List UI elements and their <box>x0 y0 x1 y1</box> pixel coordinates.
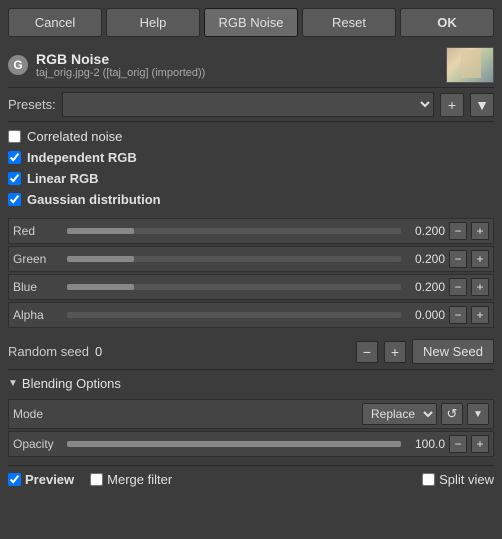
sliders-section: Red 0.200 − + Green 0.200 − + Blue 0.200… <box>0 214 502 334</box>
seed-plus-button[interactable]: + <box>384 341 406 363</box>
blue-minus-button[interactable]: − <box>449 278 467 296</box>
plugin-icon: G <box>8 55 28 75</box>
green-slider-row: Green 0.200 − + <box>8 246 494 272</box>
mode-reset-button[interactable]: ↺ <box>441 403 463 425</box>
red-slider-row: Red 0.200 − + <box>8 218 494 244</box>
red-value: 0.200 <box>405 224 445 238</box>
gaussian-row: Gaussian distribution <box>8 189 494 210</box>
independent-rgb-label[interactable]: Independent RGB <box>27 150 137 165</box>
cancel-button[interactable]: Cancel <box>8 8 102 37</box>
alpha-label: Alpha <box>13 308 63 322</box>
red-slider-track[interactable] <box>67 228 401 234</box>
presets-label: Presets: <box>8 97 56 112</box>
help-button[interactable]: Help <box>106 8 200 37</box>
mode-row: Mode Replace ↺ ▼ <box>8 399 494 429</box>
merge-check[interactable]: Merge filter <box>90 472 172 487</box>
seed-label: Random seed <box>8 344 89 359</box>
blue-value: 0.200 <box>405 280 445 294</box>
opacity-plus-button[interactable]: + <box>471 435 489 453</box>
mode-label: Mode <box>13 407 358 421</box>
merge-label[interactable]: Merge filter <box>107 472 172 487</box>
merge-checkbox[interactable] <box>90 473 103 486</box>
split-label[interactable]: Split view <box>439 472 494 487</box>
blending-arrow-icon: ▼ <box>8 378 18 389</box>
filter-subtitle: taj_orig.jpg-2 ([taj_orig] (imported)) <box>36 67 438 79</box>
mode-select[interactable]: Replace <box>362 403 437 425</box>
preview-check[interactable]: Preview <box>8 472 74 487</box>
green-slider-track[interactable] <box>67 256 401 262</box>
blue-label: Blue <box>13 280 63 294</box>
blending-options-title: Blending Options <box>22 376 121 391</box>
preview-checkbox[interactable] <box>8 473 21 486</box>
image-thumbnail <box>446 47 494 83</box>
gaussian-label[interactable]: Gaussian distribution <box>27 192 161 207</box>
options-section: Correlated noise Independent RGB Linear … <box>0 122 502 214</box>
seed-value: 0 <box>95 344 350 359</box>
red-plus-button[interactable]: + <box>471 222 489 240</box>
preview-label[interactable]: Preview <box>25 472 74 487</box>
footer: Preview Merge filter Split view <box>0 466 502 493</box>
alpha-slider-row: Alpha 0.000 − + <box>8 302 494 328</box>
alpha-minus-button[interactable]: − <box>449 306 467 324</box>
opacity-slider-row: Opacity 100.0 − + <box>8 431 494 457</box>
ok-button[interactable]: OK <box>400 8 494 37</box>
opacity-minus-button[interactable]: − <box>449 435 467 453</box>
linear-rgb-label[interactable]: Linear RGB <box>27 171 99 186</box>
alpha-plus-button[interactable]: + <box>471 306 489 324</box>
blue-slider-row: Blue 0.200 − + <box>8 274 494 300</box>
blending-options-header[interactable]: ▼ Blending Options <box>0 370 502 397</box>
opacity-slider-track[interactable] <box>67 441 401 447</box>
gaussian-checkbox[interactable] <box>8 193 21 206</box>
seed-minus-button[interactable]: − <box>356 341 378 363</box>
rgb-noise-button[interactable]: RGB Noise <box>204 8 298 37</box>
blue-slider-track[interactable] <box>67 284 401 290</box>
blending-options-body: Mode Replace ↺ ▼ Opacity 100.0 − + <box>0 397 502 465</box>
alpha-slider-track[interactable] <box>67 312 401 318</box>
blue-plus-button[interactable]: + <box>471 278 489 296</box>
mode-dropdown-button[interactable]: ▼ <box>467 403 489 425</box>
new-seed-button[interactable]: New Seed <box>412 339 494 364</box>
preset-options-button[interactable]: ▼ <box>470 93 494 117</box>
green-label: Green <box>13 252 63 266</box>
seed-row: Random seed 0 − + New Seed <box>0 334 502 369</box>
green-minus-button[interactable]: − <box>449 250 467 268</box>
presets-row: Presets: + ▼ <box>0 88 502 121</box>
linear-rgb-checkbox[interactable] <box>8 172 21 185</box>
independent-rgb-row: Independent RGB <box>8 147 494 168</box>
split-checkbox[interactable] <box>422 473 435 486</box>
reset-button[interactable]: Reset <box>302 8 396 37</box>
linear-rgb-row: Linear RGB <box>8 168 494 189</box>
header: G RGB Noise taj_orig.jpg-2 ([taj_orig] (… <box>0 43 502 87</box>
add-preset-button[interactable]: + <box>440 93 464 117</box>
opacity-label: Opacity <box>13 437 63 451</box>
toolbar: Cancel Help RGB Noise Reset OK <box>0 0 502 43</box>
header-text: RGB Noise taj_orig.jpg-2 ([taj_orig] (im… <box>36 51 438 79</box>
correlated-noise-row: Correlated noise <box>8 126 494 147</box>
presets-select[interactable] <box>62 92 434 117</box>
red-minus-button[interactable]: − <box>449 222 467 240</box>
green-value: 0.200 <box>405 252 445 266</box>
correlated-noise-label[interactable]: Correlated noise <box>27 129 122 144</box>
red-label: Red <box>13 224 63 238</box>
opacity-value: 100.0 <box>405 437 445 451</box>
filter-title: RGB Noise <box>36 51 438 67</box>
alpha-value: 0.000 <box>405 308 445 322</box>
independent-rgb-checkbox[interactable] <box>8 151 21 164</box>
green-plus-button[interactable]: + <box>471 250 489 268</box>
split-check[interactable]: Split view <box>422 472 494 487</box>
correlated-noise-checkbox[interactable] <box>8 130 21 143</box>
